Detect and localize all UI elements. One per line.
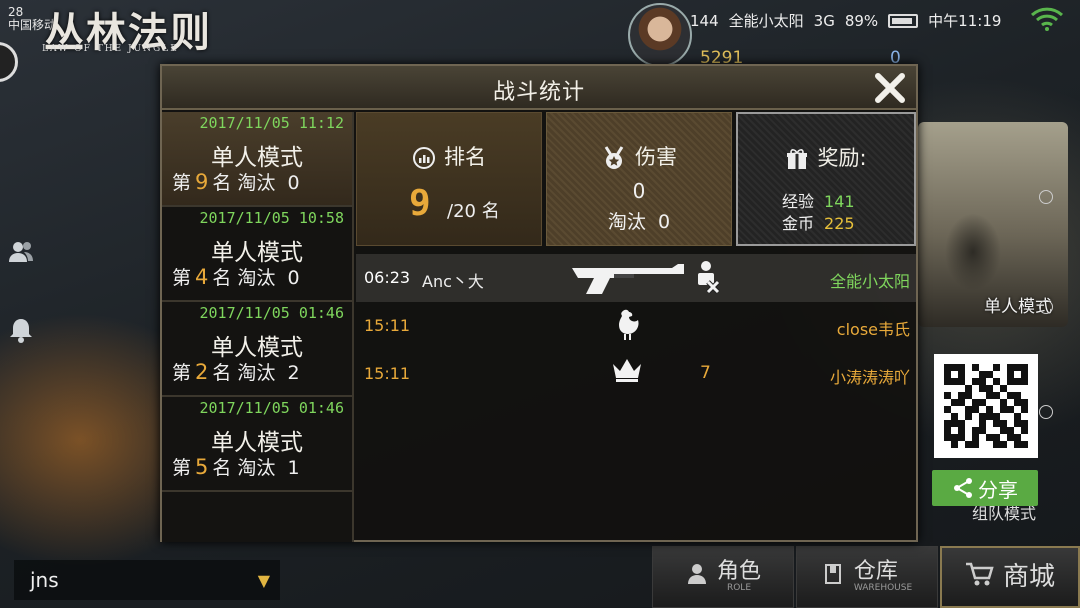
role-sublabel: ROLE [726, 583, 752, 593]
warehouse-label: 仓库 [853, 559, 898, 584]
reward-card: 奖励: 经验 141 金币 225 [736, 112, 916, 246]
reward-heading: 奖励: [738, 142, 914, 172]
kills-line: 淘汰 0 [607, 211, 671, 233]
kill-feed-row: 15:11 7 小涛涛涛吖 [356, 350, 916, 398]
mode-select-solo[interactable]: 单人模式 [918, 122, 1068, 327]
close-icon[interactable] [872, 70, 908, 106]
share-icon [954, 478, 972, 498]
match-result: 第2名 淘汰 2 [172, 360, 300, 384]
page-dot[interactable] [1039, 190, 1053, 204]
share-button[interactable]: 分享 [932, 470, 1038, 506]
shop-button[interactable]: 商城 [940, 546, 1080, 608]
rank-total: /20 名 [447, 201, 500, 222]
kill-feed-row: 06:23 Anc丶大 全能小太阳 [356, 254, 916, 302]
crown-icon [610, 356, 644, 388]
clock: 中午11:19 [928, 12, 1002, 30]
game-logo-subtitle: LAW OF THE JUNGLE [42, 44, 179, 54]
dialog-title: 战斗统计 [492, 80, 585, 105]
damage-card: 伤害 0 淘汰 0 [546, 112, 732, 246]
event-time: 15:11 [364, 316, 411, 335]
dropdown-arrow-icon: ▼ [257, 570, 270, 590]
qr-code [934, 354, 1038, 458]
server-select[interactable]: jns ▼ [14, 560, 280, 600]
page-dot[interactable] [1039, 405, 1053, 419]
warehouse-button[interactable]: 仓库 WAREHOUSE [796, 546, 938, 608]
match-item[interactable]: 2017/11/05 10:58 单人模式第 4 名 淘汰 0 [162, 207, 352, 302]
match-mode: 单人模式 [211, 145, 303, 171]
notification-bell-icon[interactable] [6, 316, 36, 346]
event-count: 7 [700, 363, 711, 383]
warehouse-sublabel: WAREHOUSE [853, 583, 913, 593]
server-value: jns [30, 568, 59, 592]
shotgun-icon [570, 260, 686, 300]
rank-value: 9 [409, 183, 431, 224]
dialog-header: 战斗统计 [162, 66, 916, 110]
match-date: 2017/11/05 01:46 [199, 304, 345, 322]
match-mode: 单人模式 [211, 335, 303, 361]
match-result: 第9名 淘汰 0 [172, 170, 300, 194]
shop-label: 商城 [1002, 562, 1055, 592]
medal-icon [604, 146, 624, 169]
battery-icon [888, 13, 919, 28]
match-item[interactable]: 2017/11/05 01:46 单人模式第 2 名 淘汰 2 [162, 302, 352, 397]
rank-chart-icon [413, 147, 435, 169]
soldier-image [928, 192, 1018, 302]
battle-stats-dialog: 战斗统计 2017/11/05 11:12 单人模式第 9 名 淘汰 0 2017/11… [160, 64, 918, 542]
knocked-out-icon [694, 260, 722, 298]
event-time: 06:23 [364, 268, 411, 287]
role-icon [685, 562, 709, 592]
shopping-cart-icon [965, 561, 995, 593]
event-actor: Anc丶大 [422, 272, 484, 291]
event-target: close韦氏 [836, 320, 910, 339]
side-menu-button[interactable] [0, 42, 18, 82]
event-target: 全能小太阳 [829, 272, 910, 291]
chicken-icon [612, 308, 642, 346]
event-target: 小涛涛涛吖 [829, 368, 910, 387]
wifi-icon [1030, 7, 1064, 31]
exp-line: 经验 141 [782, 192, 855, 211]
role-button[interactable]: 角色 ROLE [652, 546, 794, 608]
warehouse-icon [822, 562, 846, 592]
share-label: 分享 [978, 477, 1018, 502]
match-item[interactable]: 2017/11/05 11:12 单人模式第 9 名 淘汰 0 [162, 112, 352, 207]
event-time: 15:11 [364, 364, 411, 383]
page-dot[interactable] [1039, 300, 1053, 314]
kill-feed-row: 15:11 close韦氏 [356, 302, 916, 350]
kill-feed: 06:23 Anc丶大 全能小太阳 15:11 close韦氏 15:11 7 小涛涛涛吖 [356, 254, 916, 398]
match-result: 第5名 淘汰 1 [172, 455, 300, 479]
role-label: 角色 [716, 559, 761, 584]
rank-heading: 排名 [357, 141, 541, 171]
status-center-text: 144 [690, 11, 719, 30]
match-mode: 单人模式 [211, 430, 303, 456]
rank-card: 排名 9 /20 名 [356, 112, 542, 246]
friends-icon[interactable] [6, 238, 36, 268]
player-name: 全能小太阳 [728, 12, 804, 30]
battery-percent: 89% [844, 11, 879, 30]
match-result: 第4名 淘汰 0 [172, 265, 300, 289]
damage-heading: 伤害 [547, 141, 731, 171]
player-avatar[interactable] [628, 3, 692, 67]
match-date: 2017/11/05 01:46 [199, 399, 345, 417]
match-history-list[interactable]: 2017/11/05 11:12 单人模式第 9 名 淘汰 0 2017/11/05 1… [162, 112, 354, 542]
match-mode: 单人模式 [211, 240, 303, 266]
damage-value: 0 [632, 179, 646, 203]
match-date: 2017/11/05 10:58 [199, 209, 345, 227]
signal-indicator: 3G [813, 11, 835, 30]
gold-line: 金币 225 [782, 214, 855, 233]
status-bar: 144 全能小太阳 3G 89% 中午11:19 [690, 10, 1001, 31]
gift-icon [787, 149, 808, 169]
match-date: 2017/11/05 11:12 [199, 114, 345, 132]
match-item[interactable]: 2017/11/05 01:46 单人模式第 5 名 淘汰 1 [162, 397, 352, 492]
